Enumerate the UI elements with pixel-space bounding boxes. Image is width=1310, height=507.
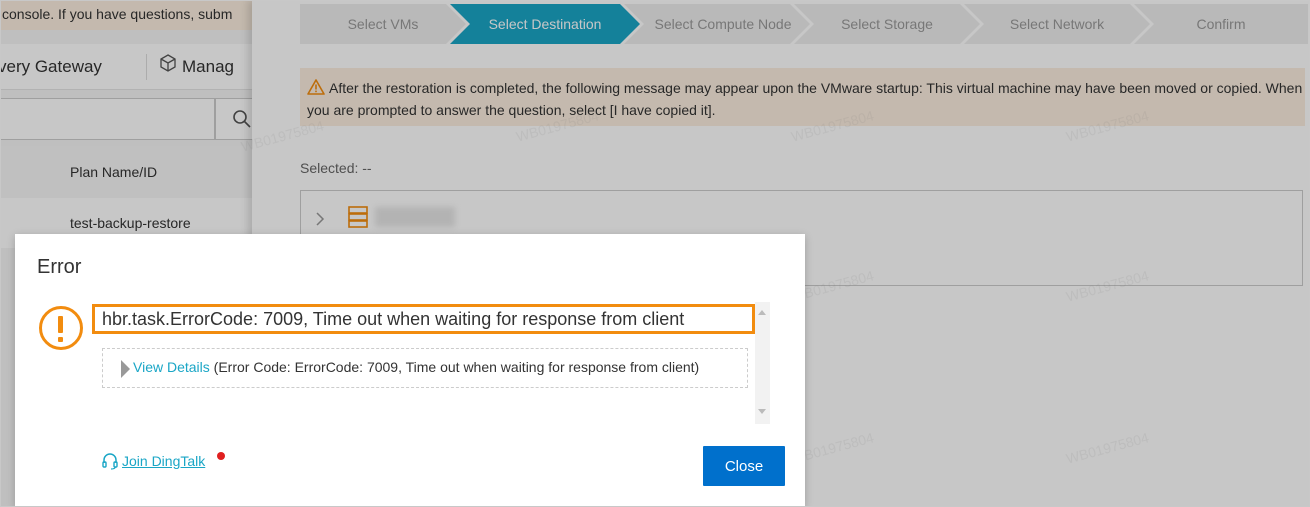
exclamation-icon [39, 306, 83, 350]
scroll-up-icon[interactable] [758, 310, 766, 315]
dialog-title: Error [37, 256, 82, 278]
error-details: View Details (Error Code: ErrorCode: 700… [102, 348, 748, 388]
scroll-down-icon[interactable] [758, 409, 766, 414]
close-button[interactable]: Close [703, 446, 785, 486]
join-dingtalk-link[interactable]: Join DingTalk [101, 452, 205, 473]
expand-caret-icon[interactable] [121, 360, 130, 378]
message-scrollbar[interactable] [755, 302, 770, 424]
join-dingtalk-label: Join DingTalk [122, 453, 206, 469]
headset-icon [101, 452, 119, 473]
error-dialog: Error hbr.task.ErrorCode: 7009, Time out… [15, 234, 805, 507]
view-details-link[interactable]: View Details [133, 359, 210, 375]
error-message-area: hbr.task.ErrorCode: 7009, Time out when … [92, 302, 770, 424]
details-text: (Error Code: ErrorCode: 7009, Time out w… [213, 359, 700, 375]
notification-dot [217, 452, 225, 460]
error-message: hbr.task.ErrorCode: 7009, Time out when … [92, 304, 755, 334]
